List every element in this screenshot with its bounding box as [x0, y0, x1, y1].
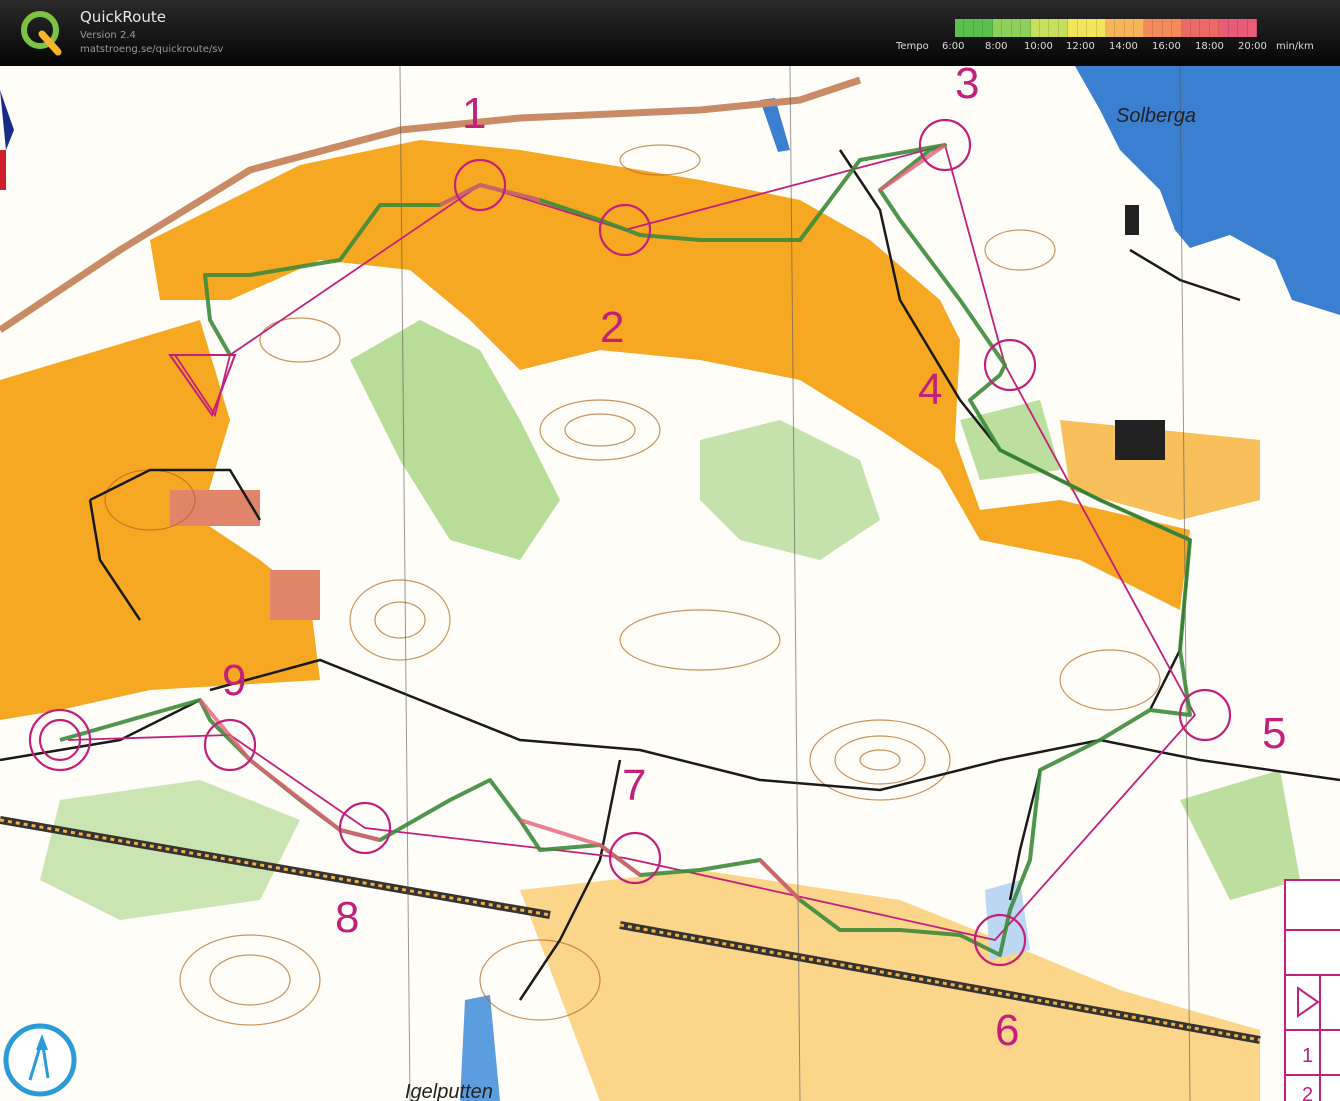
tempo-color-swatch: [1190, 19, 1201, 37]
tempo-color-swatch: [1030, 19, 1040, 37]
app-version: Version 2.4: [80, 30, 136, 41]
app-title: QuickRoute: [80, 8, 166, 26]
tempo-tick: 12:00: [1066, 41, 1095, 52]
tempo-color-swatch: [955, 19, 965, 37]
tempo-label: Tempo: [896, 41, 929, 52]
building: [270, 570, 320, 620]
control-number-4: 4: [918, 365, 942, 414]
control-number-6: 6: [995, 1006, 1019, 1055]
app-url[interactable]: matstroeng.se/quickroute/sv: [80, 44, 223, 55]
tempo-color-swatch: [1002, 19, 1012, 37]
place-name-igelputten: Igelputten: [405, 1081, 493, 1101]
map-canvas[interactable]: 1 2 3 4 5 6 7 8 9 Solberga Igelputten 1 …: [0, 66, 1340, 1101]
tempo-unit: min/km: [1276, 41, 1314, 52]
tempo-tick: 18:00: [1195, 41, 1224, 52]
tempo-color-swatch: [1049, 19, 1059, 37]
tempo-color-swatch: [992, 19, 1003, 37]
place-name-solberga: Solberga: [1116, 105, 1196, 127]
control-number-7: 7: [622, 761, 646, 810]
description-row-2: 2: [1302, 1084, 1313, 1101]
tempo-color-swatch: [1238, 19, 1248, 37]
tempo-color-swatch: [973, 19, 984, 37]
tempo-color-swatch: [1172, 19, 1182, 37]
control-number-2: 2: [600, 303, 624, 352]
quickroute-header: QuickRoute Version 2.4 matstroeng.se/qui…: [0, 0, 1340, 66]
map-edge-mark: [0, 150, 6, 190]
control-number-3: 3: [955, 66, 979, 108]
tempo-color-swatch: [1021, 19, 1031, 37]
tempo-tick: 8:00: [985, 41, 1008, 52]
control-number-8: 8: [335, 893, 359, 942]
tempo-color-swatch: [964, 19, 974, 37]
control-number-9: 9: [222, 656, 246, 705]
tempo-color-swatch: [1200, 19, 1210, 37]
description-row-1: 1: [1302, 1045, 1313, 1067]
orienteering-map[interactable]: 1 2 3 4 5 6 7 8 9 Solberga Igelputten 1 …: [0, 66, 1340, 1101]
tempo-color-swatch: [1209, 19, 1220, 37]
tempo-color-swatch: [1124, 19, 1135, 37]
quickroute-logo-icon: [21, 11, 62, 56]
tempo-color-swatch: [983, 19, 993, 37]
tempo-color-swatch: [1162, 19, 1173, 37]
control-number-5: 5: [1262, 709, 1286, 758]
tempo-color-swatch: [1134, 19, 1144, 37]
tempo-color-swatch: [1068, 19, 1078, 37]
tempo-tick: 14:00: [1109, 41, 1138, 52]
tempo-tick: 6:00: [942, 41, 965, 52]
tempo-color-scale: [955, 19, 1257, 37]
tempo-tick: 20:00: [1238, 41, 1267, 52]
tempo-color-swatch: [1115, 19, 1125, 37]
building: [1115, 420, 1165, 460]
tempo-color-swatch: [1058, 19, 1069, 37]
tempo-tick: 10:00: [1024, 41, 1053, 52]
tempo-color-swatch: [1247, 19, 1257, 37]
tempo-color-swatch: [1011, 19, 1022, 37]
tempo-color-swatch: [1087, 19, 1097, 37]
tempo-color-swatch: [1106, 19, 1116, 37]
tempo-color-swatch: [1181, 19, 1191, 37]
building: [1125, 205, 1139, 235]
north-arrow-icon: [3, 1023, 77, 1097]
control-description-sheet: 1 2: [1284, 879, 1340, 1101]
tempo-color-swatch: [1077, 19, 1088, 37]
control-number-1: 1: [462, 89, 486, 138]
tempo-color-swatch: [1153, 19, 1163, 37]
tempo-color-swatch: [1096, 19, 1106, 37]
tempo-tick: 16:00: [1152, 41, 1181, 52]
tempo-color-swatch: [1039, 19, 1050, 37]
tempo-color-swatch: [1143, 19, 1154, 37]
tempo-color-swatch: [1228, 19, 1239, 37]
tempo-color-swatch: [1219, 19, 1229, 37]
